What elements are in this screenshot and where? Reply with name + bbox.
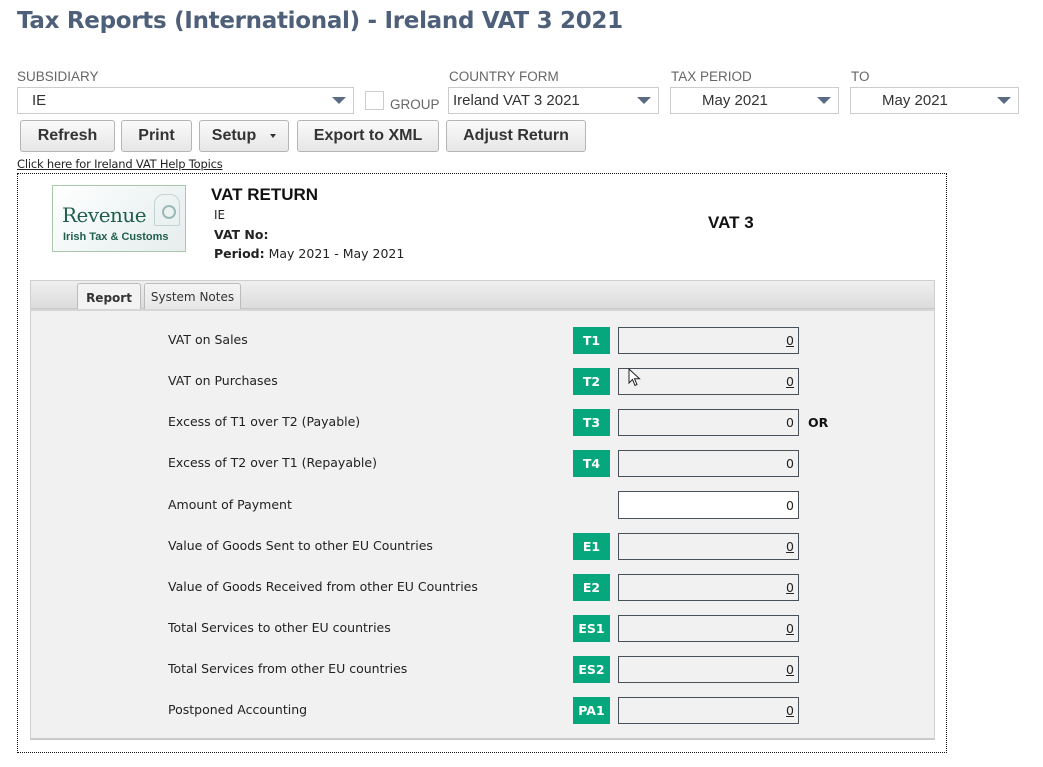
period-value: May 2021 - May 2021 [268, 246, 405, 261]
subsidiary-select[interactable]: IE [17, 87, 354, 114]
row-label-t4: Excess of T2 over T1 (Repayable) [168, 455, 377, 470]
box-code-es2: ES2 [573, 656, 610, 683]
row-label-es2: Total Services from other EU countries [168, 661, 408, 676]
tab-system-notes[interactable]: System Notes [144, 283, 241, 310]
value-link-e2[interactable]: 0 [786, 580, 794, 595]
country-form-select[interactable]: Ireland VAT 3 2021 [448, 87, 659, 114]
box-code-e2: E2 [573, 574, 610, 601]
adjust-return-button[interactable]: Adjust Return [446, 120, 586, 152]
box-value-t1: 0 [618, 327, 799, 354]
box-value-e1: 0 [618, 533, 799, 560]
value-link-t2[interactable]: 0 [786, 374, 794, 389]
group-label: GROUP [390, 97, 440, 112]
tax-period-select[interactable]: May 2021 [670, 87, 839, 114]
value-link-pa1[interactable]: 0 [786, 703, 794, 718]
box-code-t2: T2 [573, 368, 610, 395]
value-link-es1[interactable]: 0 [786, 621, 794, 636]
country-form-value: Ireland VAT 3 2021 [453, 92, 580, 109]
box-value-t3: 0 [618, 409, 799, 436]
group-checkbox[interactable] [365, 91, 384, 110]
tax-period-value: May 2021 [702, 92, 768, 109]
box-value-e2: 0 [618, 574, 799, 601]
print-button[interactable]: Print [121, 120, 192, 152]
export-xml-button[interactable]: Export to XML [297, 120, 439, 152]
box-value-es1: 0 [618, 615, 799, 642]
chevron-down-icon [332, 97, 346, 104]
box-value-t4: 0 [618, 450, 799, 477]
tax-period-label: TAX PERIOD [671, 69, 752, 84]
chevron-down-icon [997, 97, 1011, 104]
row-label-payment: Amount of Payment [168, 497, 292, 512]
period-label: Period: [214, 246, 265, 261]
box-value-es2: 0 [618, 656, 799, 683]
chevron-down-icon[interactable] [270, 134, 277, 138]
row-label-es1: Total Services to other EU countries [168, 620, 391, 635]
report-subsidiary: IE [214, 208, 226, 222]
vat-number: VAT No: [214, 227, 268, 242]
row-label-t1: VAT on Sales [168, 332, 248, 347]
report-period: Period: May 2021 - May 2021 [214, 246, 404, 261]
subsidiary-label: SUBSIDIARY [17, 69, 99, 84]
to-period-value: May 2021 [882, 92, 948, 109]
to-period-select[interactable]: May 2021 [850, 87, 1019, 114]
box-code-t3: T3 [573, 409, 610, 436]
logo-tagline: Irish Tax & Customs [63, 231, 169, 243]
value-link-e1[interactable]: 0 [786, 539, 794, 554]
payment-amount-input[interactable]: 0 [618, 491, 799, 519]
to-label: TO [851, 69, 870, 84]
box-code-t4: T4 [573, 450, 610, 477]
setup-button[interactable]: Setup [199, 120, 289, 152]
row-label-pa1: Postponed Accounting [168, 702, 308, 717]
subsidiary-value: IE [32, 92, 47, 109]
box-code-e1: E1 [573, 533, 610, 560]
value-link-es2[interactable]: 0 [786, 662, 794, 677]
row-label-t3: Excess of T1 over T2 (Payable) [168, 414, 361, 429]
page-title: Tax Reports (International) - Ireland VA… [17, 8, 623, 34]
box-value-pa1: 0 [618, 697, 799, 724]
report-body [30, 309, 935, 740]
help-topics-link[interactable]: Click here for Ireland VAT Help Topics [17, 157, 223, 171]
refresh-button[interactable]: Refresh [20, 120, 115, 152]
logo-name: Revenue [62, 203, 147, 227]
chevron-down-icon [817, 97, 831, 104]
row-label-e2: Value of Goods Received from other EU Co… [168, 579, 478, 594]
value-link-t1[interactable]: 0 [786, 333, 794, 348]
report-heading: VAT RETURN [211, 185, 319, 204]
or-label: OR [808, 415, 829, 430]
row-label-e1: Value of Goods Sent to other EU Countrie… [168, 538, 433, 553]
box-code-pa1: PA1 [573, 697, 610, 724]
vat-no-label: VAT No: [214, 227, 269, 242]
box-code-t1: T1 [573, 327, 610, 354]
revenue-logo: Revenue Irish Tax & Customs [52, 185, 186, 252]
chevron-down-icon [637, 97, 651, 104]
mouse-pointer-icon [628, 368, 641, 387]
box-value-t2: 0 [618, 368, 799, 395]
harp-icon [154, 194, 180, 226]
setup-button-label: Setup [211, 127, 257, 144]
tab-report[interactable]: Report [77, 283, 141, 311]
row-label-t2: VAT on Purchases [168, 373, 278, 388]
form-name: VAT 3 [708, 213, 754, 232]
box-code-es1: ES1 [573, 615, 610, 642]
country-form-label: COUNTRY FORM [449, 69, 559, 84]
